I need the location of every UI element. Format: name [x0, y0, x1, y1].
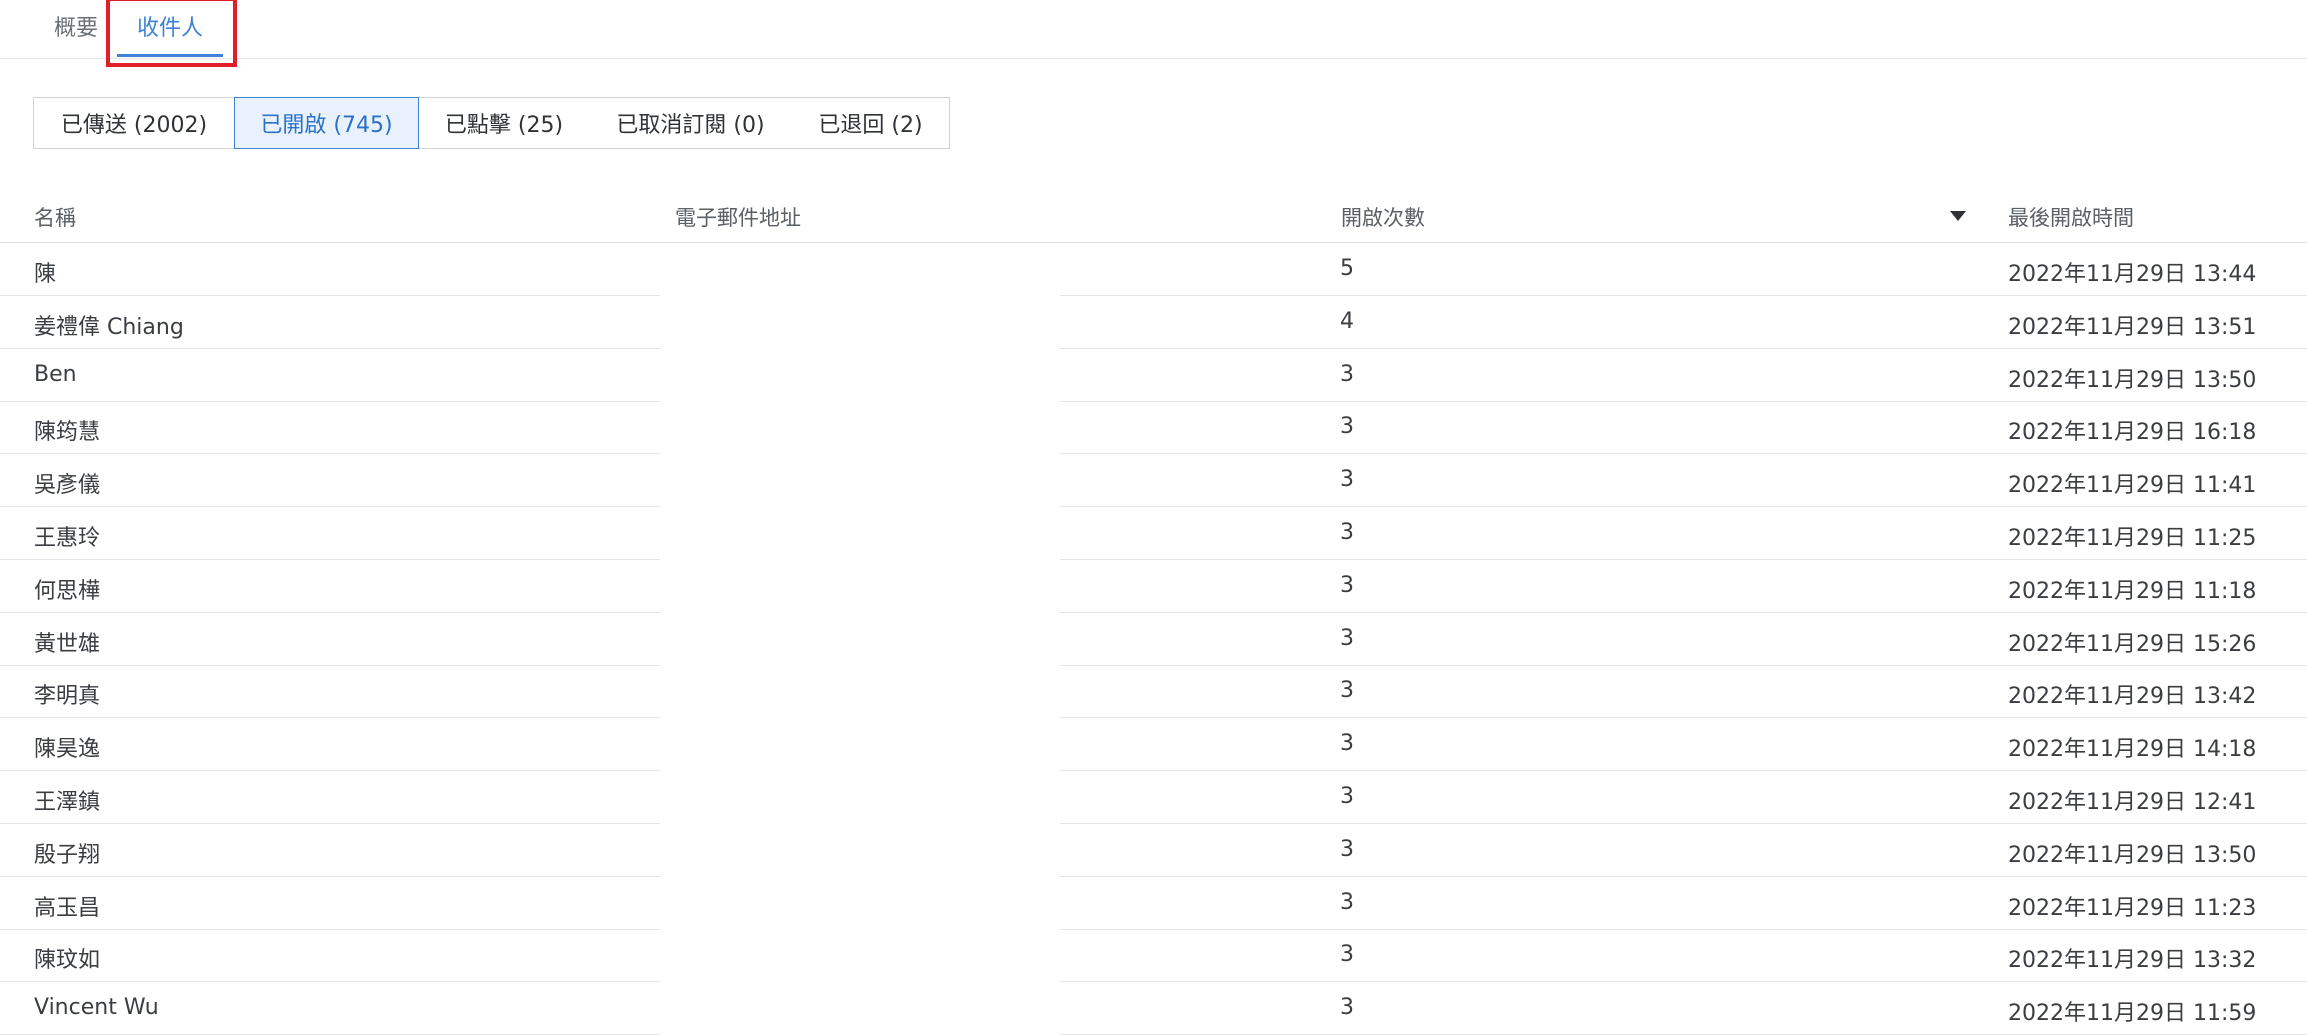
filter-bounced-button[interactable]: 已退回 (2) [792, 97, 950, 149]
caret-down-icon[interactable] [1950, 211, 1966, 221]
last-opened-time: 2022年11月29日 13:51 [2008, 314, 2257, 340]
last-opened-time: 2022年11月29日 11:59 [2008, 1001, 2257, 1027]
table-row[interactable]: 王惠玲 3 2022年11月29日 11:25 [0, 507, 2307, 560]
recipient-name: 何思樺 [34, 578, 101, 604]
open-count: 3 [1340, 942, 1354, 968]
table-row[interactable]: 吳彥儀 3 2022年11月29日 11:41 [0, 454, 2307, 508]
open-count: 3 [1340, 995, 1354, 1021]
filter-unsubscribed-button[interactable]: 已取消訂閱 (0) [589, 97, 793, 149]
open-count: 3 [1340, 784, 1354, 809]
open-count: 3 [1340, 520, 1354, 545]
last-opened-time: 2022年11月29日 13:44 [2008, 262, 2257, 287]
column-header-email[interactable]: 電子郵件地址 [675, 202, 801, 232]
column-header-last-opened[interactable]: 最後開啟時間 [2008, 202, 2134, 232]
last-opened-time: 2022年11月29日 15:26 [2008, 631, 2257, 657]
recipient-name: 陳 [34, 262, 57, 287]
open-count: 3 [1340, 467, 1354, 493]
last-opened-time: 2022年11月29日 13:42 [2008, 684, 2257, 710]
recipient-name: 陳昊逸 [34, 737, 101, 763]
table-row[interactable]: Ben 3 2022年11月29日 13:50 [0, 349, 2307, 402]
table-row[interactable]: 陳筠慧 3 2022年11月29日 16:18 [0, 401, 2307, 455]
recipient-name: 黃世雄 [34, 631, 101, 657]
table-row[interactable]: 王澤鎮 3 2022年11月29日 12:41 [0, 771, 2307, 824]
table-row[interactable]: 陳昊逸 3 2022年11月29日 14:18 [0, 718, 2307, 772]
table-row[interactable]: 殷子翔 3 2022年11月29日 13:50 [0, 824, 2307, 877]
open-count: 5 [1340, 256, 1354, 281]
recipient-name: 王惠玲 [34, 526, 101, 551]
last-opened-time: 2022年11月29日 16:18 [2008, 420, 2257, 446]
table-row[interactable]: 黃世雄 3 2022年11月29日 15:26 [0, 613, 2307, 666]
last-opened-time: 2022年11月29日 11:25 [2008, 526, 2257, 551]
recipient-name: 姜禮偉 Chiang [34, 314, 184, 340]
last-opened-time: 2022年11月29日 13:32 [2008, 948, 2257, 974]
recipient-name: Ben [34, 361, 77, 387]
last-opened-time: 2022年11月29日 11:18 [2008, 578, 2257, 604]
open-count: 3 [1340, 678, 1354, 704]
filter-clicked-button[interactable]: 已點擊 (25) [419, 97, 590, 149]
recipient-name: 吳彥儀 [34, 473, 101, 499]
last-opened-time: 2022年11月29日 14:18 [2008, 737, 2257, 763]
recipient-name: 陳玟如 [34, 948, 101, 974]
recipient-name: 殷子翔 [34, 842, 101, 868]
open-count: 3 [1340, 731, 1354, 757]
last-opened-time: 2022年11月29日 12:41 [2008, 790, 2257, 815]
filter-opened-button[interactable]: 已開啟 (745) [234, 97, 419, 149]
recipient-name: 王澤鎮 [34, 790, 101, 815]
open-count: 3 [1340, 572, 1354, 598]
last-opened-time: 2022年11月29日 13:50 [2008, 842, 2257, 868]
tab-overview[interactable]: 概要 [54, 10, 98, 42]
open-count: 3 [1340, 889, 1354, 915]
open-count: 3 [1340, 414, 1354, 440]
recipient-name: 李明真 [34, 684, 101, 710]
last-opened-time: 2022年11月29日 11:23 [2008, 895, 2257, 921]
highlight-annotation-box [106, 0, 237, 67]
open-count: 3 [1340, 625, 1354, 651]
table-row[interactable]: 陳 5 2022年11月29日 13:44 [0, 243, 2307, 296]
top-tab-bar: 概要 收件人 [0, 0, 2307, 67]
open-count: 3 [1340, 361, 1354, 387]
open-count: 4 [1340, 308, 1354, 334]
recipient-name: 高玉昌 [34, 895, 101, 921]
table-row[interactable]: Vincent Wu 3 2022年11月29日 11:59 [0, 982, 2307, 1035]
table-row[interactable]: 高玉昌 3 2022年11月29日 11:23 [0, 877, 2307, 930]
open-count: 3 [1340, 836, 1354, 862]
recipient-name: 陳筠慧 [34, 420, 101, 446]
table-row[interactable]: 姜禮偉 Chiang 4 2022年11月29日 13:51 [0, 296, 2307, 349]
table-row[interactable]: 陳玟如 3 2022年11月29日 13:32 [0, 929, 2307, 983]
table-row[interactable]: 李明真 3 2022年11月29日 13:42 [0, 665, 2307, 719]
recipient-name: Vincent Wu [34, 995, 159, 1021]
last-opened-time: 2022年11月29日 11:41 [2008, 473, 2257, 499]
table-row[interactable]: 何思樺 3 2022年11月29日 11:18 [0, 560, 2307, 613]
column-header-open-count[interactable]: 開啟次數 [1341, 202, 1425, 232]
filter-sent-button[interactable]: 已傳送 (2002) [33, 97, 235, 149]
column-header-name[interactable]: 名稱 [34, 202, 76, 232]
last-opened-time: 2022年11月29日 13:50 [2008, 367, 2257, 393]
